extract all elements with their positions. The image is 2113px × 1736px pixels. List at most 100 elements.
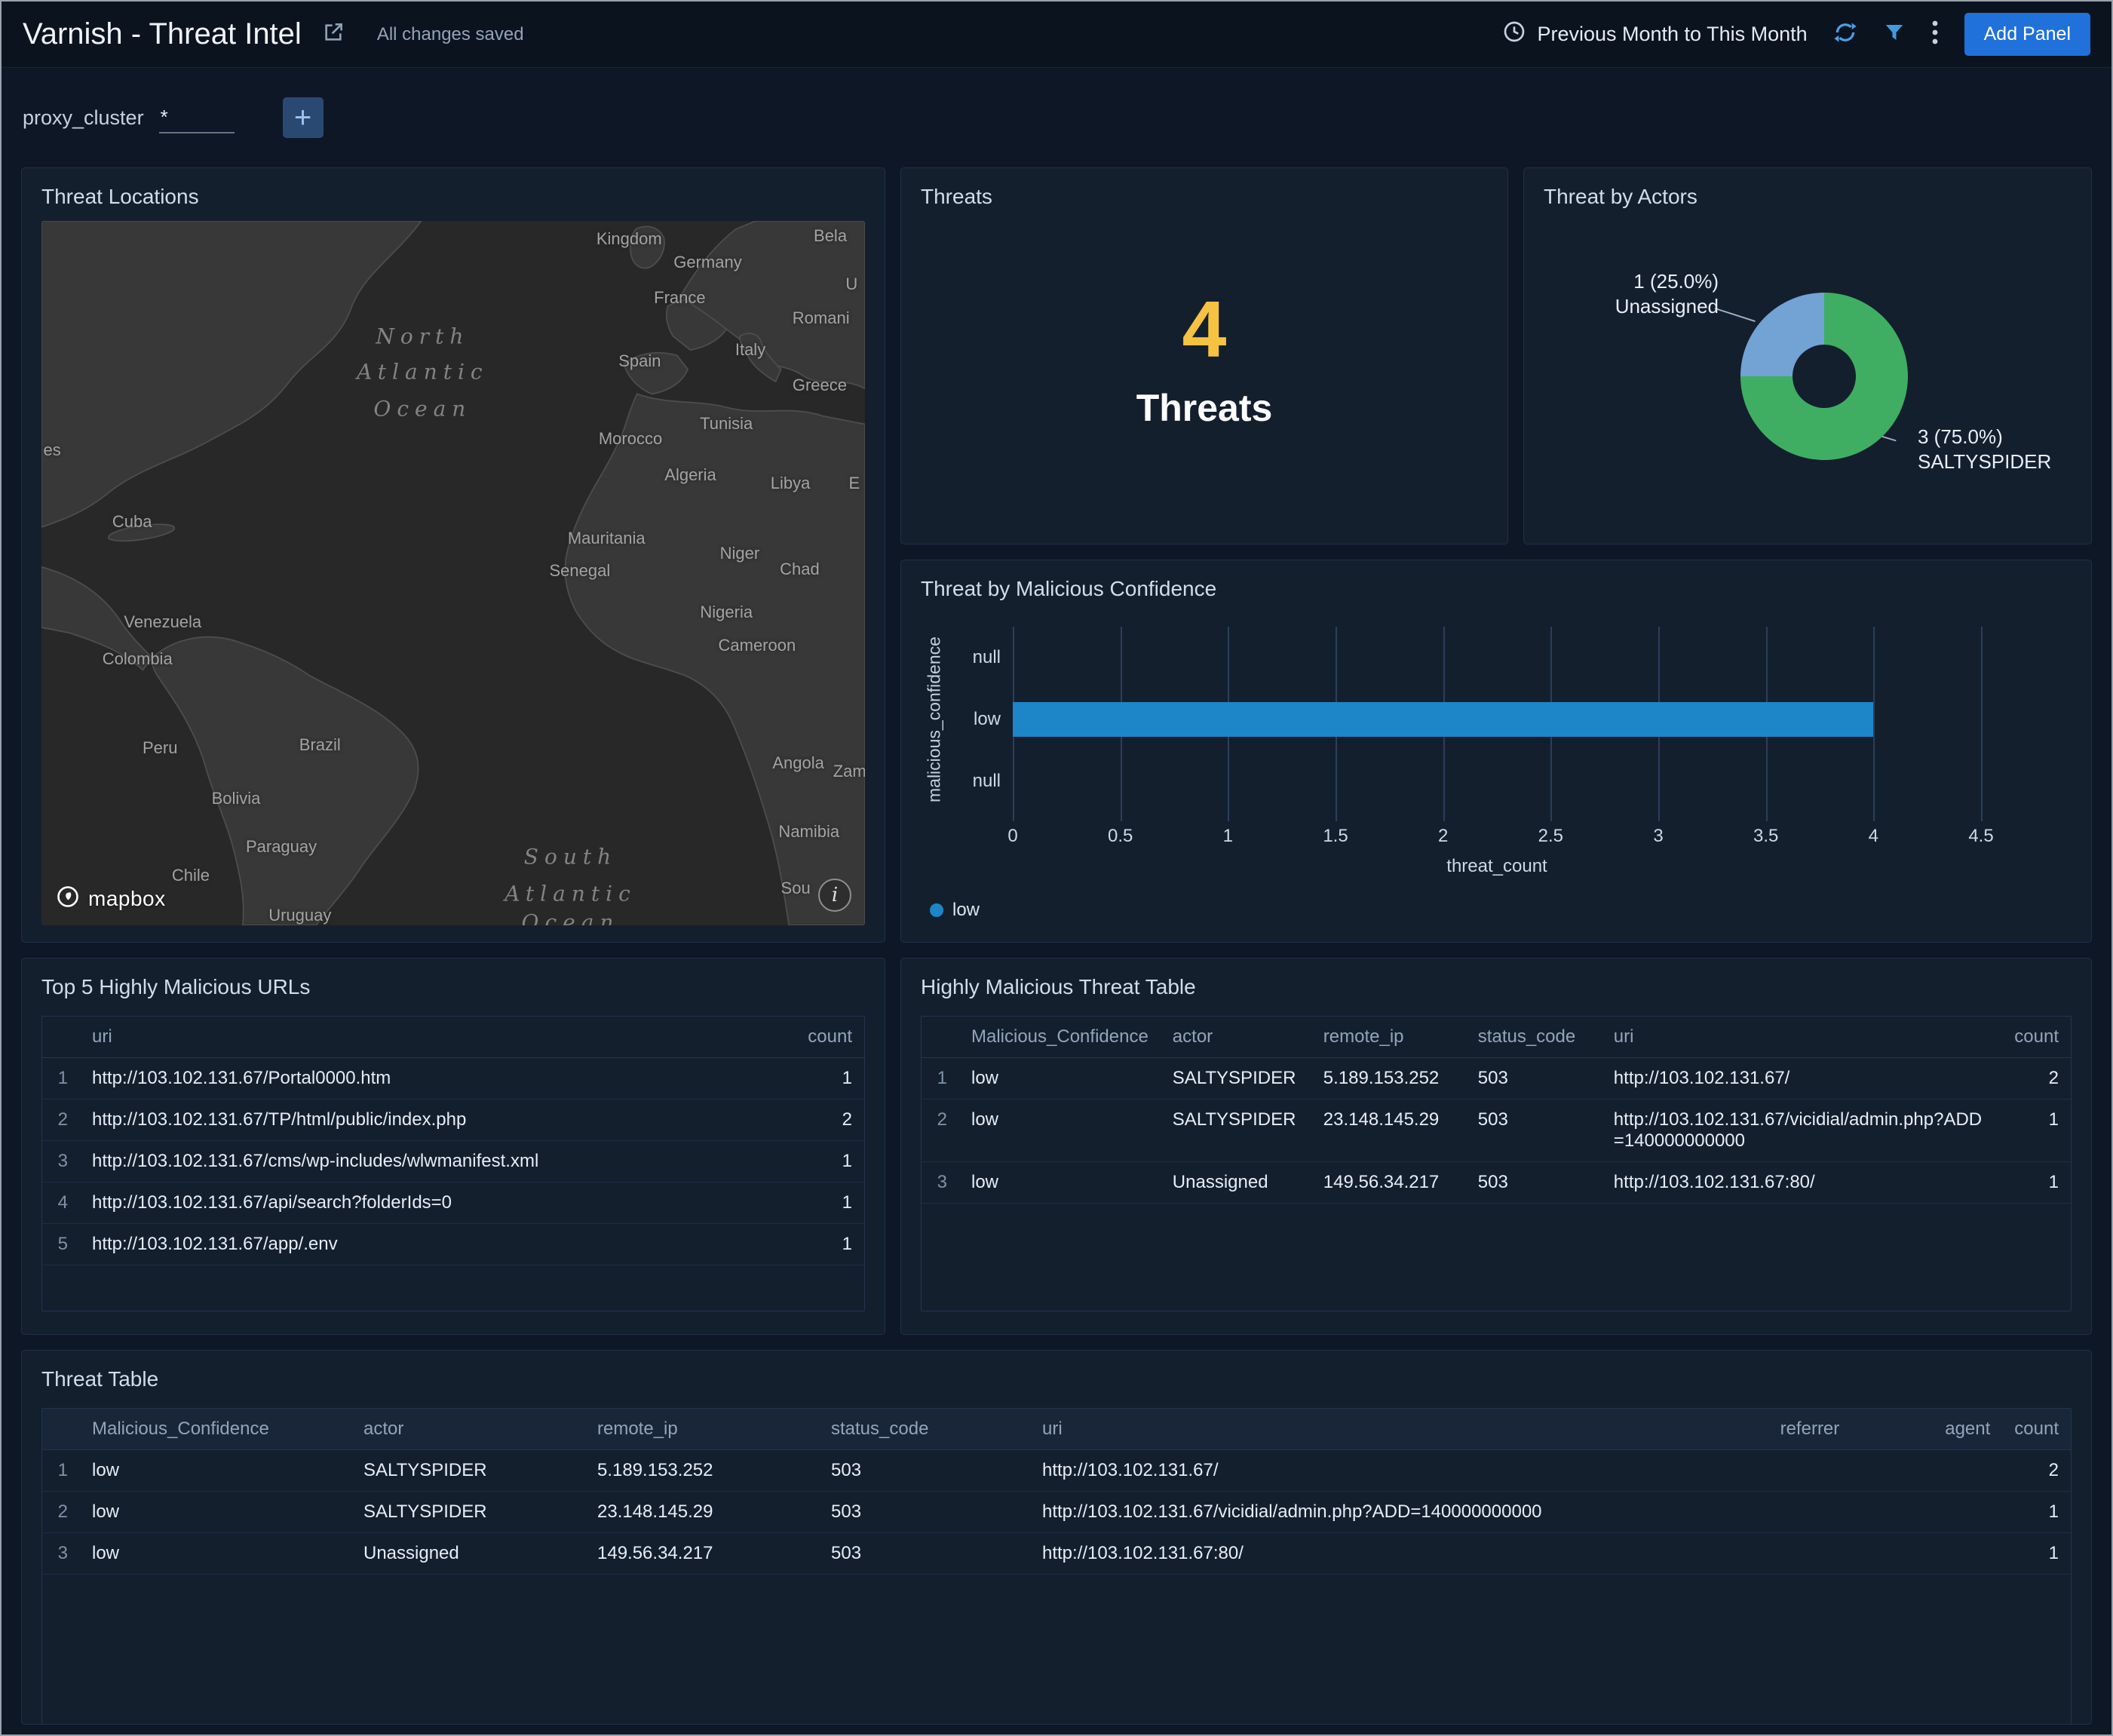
more-options-button[interactable] — [1931, 20, 1939, 49]
ocean-label: Atlantic — [504, 881, 636, 906]
clock-icon — [1502, 20, 1526, 49]
filter-proxy-cluster-input[interactable] — [158, 102, 235, 133]
table-header-row: Malicious_Confidence actor remote_ip status… — [922, 1017, 2071, 1058]
table-cell — [1851, 1449, 2003, 1492]
table-cell — [1678, 1491, 1852, 1533]
x-tick-label: 2.5 — [1538, 826, 1564, 846]
table-cell: low — [959, 1057, 1161, 1100]
country-label: Germany — [673, 252, 742, 271]
chart-legend[interactable]: low — [930, 900, 2072, 921]
filter-icon — [1883, 21, 1906, 48]
ocean-label: Ocean — [373, 396, 472, 422]
time-range-label: Previous Month to This Month — [1537, 23, 1808, 45]
column-header: remote_ip — [1311, 1017, 1466, 1058]
table-cell: 503 — [1465, 1161, 1602, 1204]
refresh-icon — [1833, 20, 1857, 48]
bar-row — [1013, 750, 1981, 812]
panel-title: Threat by Actors — [1544, 185, 1697, 208]
table-row: 4 http://103.102.131.67/api/search?folder… — [42, 1182, 864, 1224]
add-filter-button[interactable]: + — [282, 97, 324, 138]
refresh-button[interactable] — [1833, 20, 1857, 48]
row-index: 3 — [42, 1140, 80, 1182]
table-cell: 2 — [2002, 1449, 2071, 1492]
panel-threat-by-malicious-confidence: Threat by Malicious Confidence malicious… — [900, 560, 2092, 943]
country-label: Chile — [171, 866, 210, 885]
world-map[interactable]: mapbox i es Kingdom Germany Bela France U Roma… — [41, 221, 865, 925]
country-label: Tunisia — [700, 414, 753, 434]
country-label: Cameroon — [718, 635, 796, 655]
country-label: Bolivia — [211, 789, 261, 808]
column-header: Malicious_Confidence — [80, 1409, 351, 1450]
panel-top-urls: Top 5 Highly Malicious URLs uri count 1 htt… — [21, 958, 885, 1335]
table-row: 2 low SALTYSPIDER 23.148.145.29 503 http://10… — [922, 1099, 2071, 1162]
table-row: 3 low Unassigned 149.56.34.217 503 http://103… — [42, 1532, 2071, 1575]
info-icon: i — [831, 884, 839, 906]
bar-row — [1013, 627, 1981, 689]
panel-title: Threat by Malicious Confidence — [921, 577, 1217, 600]
country-label: Peru — [143, 738, 178, 758]
donut-label-name: SALTYSPIDER — [1918, 450, 2052, 473]
country-label: U — [845, 274, 858, 293]
x-tick-label: 3 — [1653, 826, 1664, 846]
country-label: Bela — [814, 226, 848, 246]
country-label: Algeria — [664, 465, 716, 484]
table-cell: 5.189.153.252 — [1311, 1057, 1466, 1100]
row-index: 2 — [922, 1099, 959, 1162]
donut-label-name: Unassigned — [1615, 295, 1719, 317]
x-tick-label: 4.5 — [1968, 826, 1994, 846]
table-cell: low — [959, 1099, 1161, 1162]
data-table: Malicious_Confidence actor remote_ip status… — [922, 1017, 2071, 1204]
country-label: Zamb — [833, 762, 865, 781]
filter-button[interactable] — [1883, 21, 1906, 48]
table-cell: 5.189.153.252 — [585, 1449, 819, 1492]
table-cell — [1851, 1532, 2003, 1575]
autosave-status: All changes saved — [376, 23, 524, 44]
column-header: uri — [1601, 1017, 2003, 1058]
table-header-row: uri count — [42, 1017, 864, 1058]
y-axis-label: malicious_confidence — [924, 636, 944, 802]
country-label: Morocco — [598, 429, 663, 449]
country-label: Romani — [792, 308, 850, 328]
table-cell: 503 — [819, 1532, 1030, 1575]
row-index: 4 — [42, 1182, 80, 1224]
country-label: Spain — [618, 351, 661, 370]
share-button[interactable] — [321, 20, 345, 48]
donut-label-value: 3 (75.0%) — [1918, 425, 2003, 448]
table-header-row: Malicious_Confidence actor remote_ip status… — [42, 1409, 2071, 1450]
table-row: 5 http://103.102.131.67/app/.env 1 — [42, 1223, 864, 1265]
row-index: 2 — [42, 1099, 80, 1141]
table-cell: 503 — [819, 1449, 1030, 1492]
panel-threats: Threats 4 Threats — [900, 167, 1508, 544]
country-label: Niger — [719, 543, 760, 563]
panel-title: Threat Locations — [41, 185, 199, 208]
table-cell: http://103.102.131.67:80/ — [1601, 1161, 2003, 1204]
table-cell: 149.56.34.217 — [585, 1532, 819, 1575]
table-cell: 1 — [796, 1182, 864, 1224]
column-header: count — [796, 1017, 864, 1058]
panel-title: Highly Malicious Threat Table — [921, 975, 1196, 998]
table-cell: low — [80, 1449, 351, 1492]
map-info-button[interactable]: i — [818, 879, 851, 912]
row-index: 3 — [922, 1161, 959, 1204]
donut-chart[interactable] — [1740, 293, 1908, 460]
dashboard-header: Varnish - Threat Intel All changes saved… — [2, 2, 2111, 68]
column-header: remote_ip — [585, 1409, 819, 1450]
x-tick-label: 4 — [1868, 826, 1879, 846]
mapbox-attribution[interactable]: mapbox — [57, 885, 166, 912]
table-row: 3 low Unassigned 149.56.34.217 503 http://103… — [922, 1161, 2071, 1204]
table-row: 1 low SALTYSPIDER 5.189.153.252 503 http://10… — [922, 1057, 2071, 1100]
column-header: status_code — [1465, 1017, 1602, 1058]
bar-low[interactable] — [1013, 702, 1874, 737]
threat-count-caption: Threats — [1136, 386, 1273, 429]
table-cell: 1 — [2002, 1099, 2071, 1162]
country-label: Colombia — [102, 649, 173, 668]
table-cell: low — [80, 1491, 351, 1533]
country-label: Greece — [792, 376, 847, 395]
time-range-selector[interactable]: Previous Month to This Month — [1502, 20, 1808, 49]
panel-title: Top 5 Highly Malicious URLs — [41, 975, 311, 998]
threat-count-value: 4 — [1182, 284, 1227, 374]
panel-threat-locations: Threat Locations mapbox i es Kingdom Ger… — [21, 167, 885, 943]
add-panel-button[interactable]: Add Panel — [1964, 13, 2090, 56]
x-tick-label: 1.5 — [1323, 826, 1348, 846]
row-index: 2 — [42, 1491, 80, 1533]
